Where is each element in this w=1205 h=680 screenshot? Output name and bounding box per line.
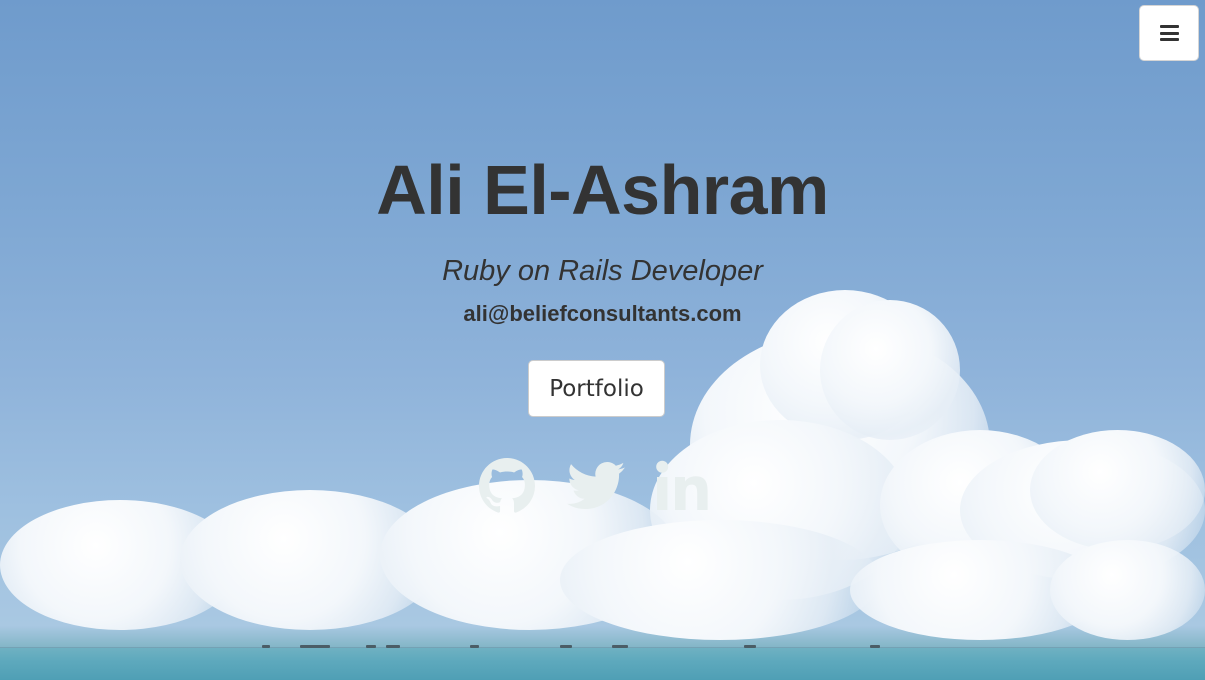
- email-address: ali@beliefconsultants.com: [463, 301, 742, 326]
- boat: [386, 645, 400, 648]
- boat: [470, 645, 479, 648]
- portfolio-button[interactable]: Portfolio: [528, 360, 665, 417]
- boat: [744, 645, 756, 648]
- boat: [366, 645, 376, 648]
- github-icon: [479, 458, 535, 513]
- twitter-link[interactable]: [566, 456, 626, 516]
- boat: [870, 645, 880, 648]
- github-link[interactable]: [478, 456, 536, 516]
- menu-button[interactable]: [1139, 5, 1199, 61]
- boat: [560, 645, 572, 648]
- hamburger-icon: [1159, 25, 1179, 41]
- linkedin-link[interactable]: [654, 456, 716, 516]
- linkedin-icon: [656, 460, 708, 510]
- boat: [300, 645, 330, 648]
- page-title: Ali El-Ashram: [376, 151, 829, 229]
- twitter-icon: [567, 461, 625, 510]
- boat: [612, 645, 628, 648]
- sea: [0, 648, 1205, 680]
- job-title: Ruby on Rails Developer: [442, 255, 763, 287]
- boat: [262, 645, 270, 648]
- hero-background: [0, 0, 1205, 680]
